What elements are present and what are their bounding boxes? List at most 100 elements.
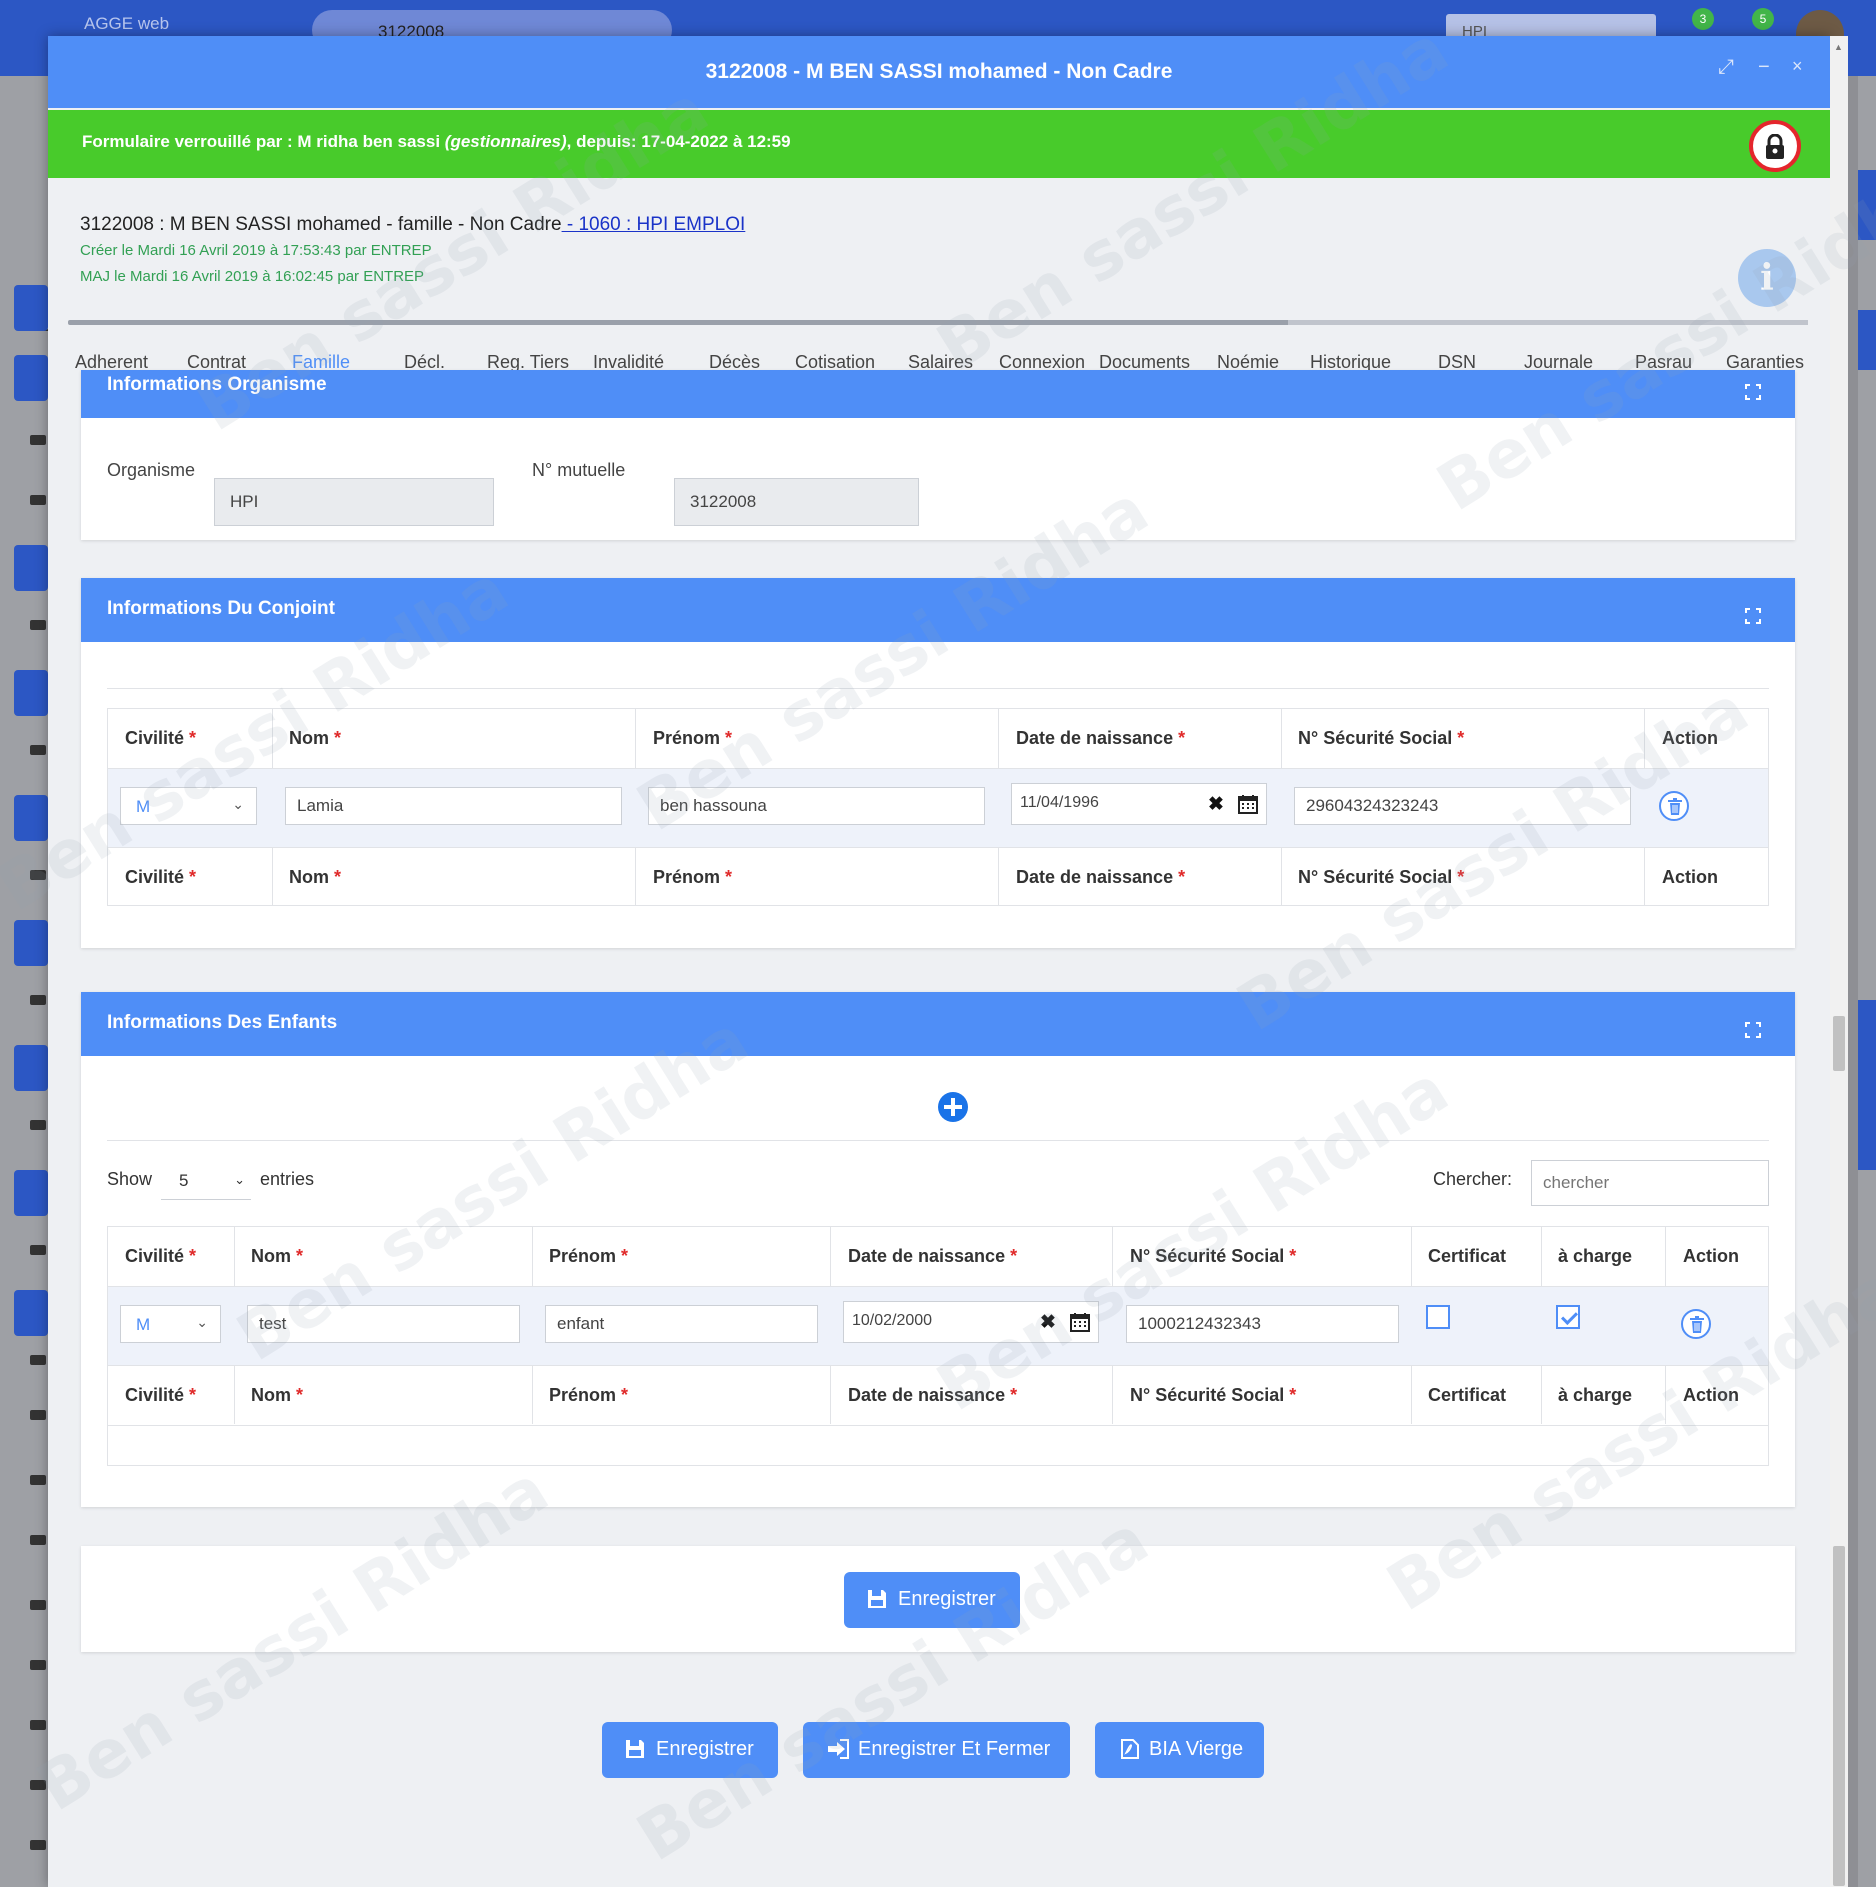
a-charge-checkbox[interactable] bbox=[1556, 1305, 1580, 1329]
mutuelle-field[interactable]: 3122008 bbox=[674, 478, 919, 526]
civilite-select[interactable]: M ⌄ bbox=[120, 1305, 221, 1343]
sidebar-item-icon[interactable] bbox=[14, 795, 48, 841]
calendar-icon[interactable] bbox=[1238, 794, 1258, 814]
info-icon[interactable]: i bbox=[1738, 249, 1796, 307]
col-footer-label: N° Sécurité Social bbox=[1130, 1385, 1285, 1405]
sidebar-item-icon[interactable] bbox=[30, 1840, 46, 1850]
sidebar-item-icon[interactable] bbox=[30, 1535, 46, 1545]
show-label: Show bbox=[107, 1169, 153, 1189]
maximize-icon[interactable]: ⤢ bbox=[1718, 56, 1734, 79]
divider bbox=[532, 1365, 533, 1424]
delete-button[interactable] bbox=[1659, 791, 1689, 821]
divider bbox=[108, 768, 1768, 769]
sidebar-item-icon[interactable] bbox=[30, 1600, 46, 1610]
entries-select[interactable]: 5 ⌄ bbox=[161, 1162, 251, 1200]
prenom-input[interactable]: enfant bbox=[545, 1305, 818, 1343]
scrollbar-thumb[interactable] bbox=[1833, 1016, 1845, 1071]
date-naissance-input[interactable]: 10/02/2000 ✖ bbox=[843, 1301, 1099, 1343]
civilite-value: M bbox=[136, 797, 151, 816]
nom-input[interactable]: test bbox=[247, 1305, 520, 1343]
sidebar-item-icon[interactable] bbox=[14, 1290, 48, 1336]
secu-input[interactable]: 1000212432343 bbox=[1126, 1305, 1399, 1343]
mutuelle-value: 3122008 bbox=[690, 492, 757, 511]
employer-link[interactable]: - 1060 : HPI EMPLOI bbox=[562, 214, 745, 235]
sidebar-item-icon[interactable] bbox=[14, 670, 48, 716]
sidebar-item-icon[interactable] bbox=[14, 285, 48, 331]
col-header-secu: N° Sécurité Social * bbox=[1130, 1246, 1296, 1267]
close-icon[interactable]: × bbox=[1792, 56, 1803, 77]
expand-icon[interactable] bbox=[1745, 1022, 1761, 1038]
sidebar-item-icon[interactable] bbox=[30, 1475, 46, 1485]
sidebar-item-icon[interactable] bbox=[30, 995, 46, 1005]
divider bbox=[1665, 1365, 1666, 1424]
col-footer-label: Date de naissance bbox=[848, 1385, 1006, 1405]
save-close-button[interactable]: Enregistrer Et Fermer bbox=[803, 1722, 1070, 1778]
required-mark: * bbox=[621, 1385, 629, 1405]
lock-button[interactable] bbox=[1749, 120, 1801, 172]
sidebar-item-icon[interactable] bbox=[30, 870, 46, 880]
save-card-button[interactable]: Enregistrer bbox=[844, 1572, 1020, 1628]
sidebar-item-icon[interactable] bbox=[14, 1045, 48, 1091]
organisme-field[interactable]: HPI bbox=[214, 478, 494, 526]
calendar-icon[interactable] bbox=[1070, 1312, 1090, 1332]
sidebar-item-icon[interactable] bbox=[30, 495, 46, 505]
col-footer-label: Date de naissance bbox=[1016, 867, 1174, 887]
expand-icon[interactable] bbox=[1745, 384, 1761, 400]
sidebar-item-icon[interactable] bbox=[14, 920, 48, 966]
clear-icon[interactable]: ✖ bbox=[1040, 1311, 1056, 1334]
required-mark: * bbox=[1457, 728, 1465, 748]
minimize-icon[interactable]: − bbox=[1758, 56, 1770, 79]
calls-badge: 5 bbox=[1752, 8, 1774, 30]
divider bbox=[1541, 1227, 1542, 1286]
search-label: Chercher: bbox=[1433, 1169, 1513, 1189]
save-card-label: Enregistrer bbox=[898, 1588, 996, 1610]
scrollbar-thumb[interactable] bbox=[1833, 1546, 1845, 1886]
divider bbox=[234, 1227, 235, 1286]
col-header-action: Action bbox=[1683, 1246, 1739, 1266]
sidebar-item-icon[interactable] bbox=[30, 435, 46, 445]
trash-icon bbox=[1668, 798, 1682, 815]
search-input[interactable] bbox=[1531, 1160, 1769, 1206]
divider bbox=[1411, 1365, 1412, 1424]
col-header-secu: N° Sécurité Social * bbox=[1298, 728, 1464, 749]
col-header-label: Prénom bbox=[653, 728, 721, 748]
prenom-input[interactable]: ben hassouna bbox=[648, 787, 985, 825]
sidebar-item-icon[interactable] bbox=[30, 1410, 46, 1420]
divider bbox=[234, 1365, 235, 1424]
secu-input[interactable]: 29604324323243 bbox=[1294, 787, 1631, 825]
sidebar-item-icon[interactable] bbox=[30, 1780, 46, 1790]
organisme-card-title: Informations Organisme bbox=[107, 374, 327, 395]
sidebar-item-icon[interactable] bbox=[30, 620, 46, 630]
sidebar-item-icon[interactable] bbox=[30, 1660, 46, 1670]
civilite-select[interactable]: M ⌄ bbox=[120, 787, 257, 825]
required-mark: * bbox=[189, 867, 197, 887]
divider bbox=[108, 1365, 1768, 1366]
nom-value: test bbox=[259, 1314, 287, 1333]
lock-role: (gestionnaires) bbox=[444, 132, 567, 151]
add-child-button[interactable] bbox=[938, 1092, 968, 1122]
nom-input[interactable]: Lamia bbox=[285, 787, 622, 825]
sidebar-item-icon[interactable] bbox=[14, 1170, 48, 1216]
col-footer-date: Date de naissance * bbox=[1016, 867, 1185, 888]
scroll-up-icon[interactable]: ▲ bbox=[1834, 42, 1843, 52]
expand-icon[interactable] bbox=[1745, 608, 1761, 624]
delete-button[interactable] bbox=[1681, 1309, 1711, 1339]
sidebar-item-icon[interactable] bbox=[30, 1355, 46, 1365]
col-header-label: Prénom bbox=[549, 1246, 617, 1266]
sidebar-item-icon[interactable] bbox=[30, 1245, 46, 1255]
sidebar-item-icon[interactable] bbox=[14, 545, 48, 591]
clear-icon[interactable]: ✖ bbox=[1208, 793, 1224, 816]
sidebar-item-icon[interactable] bbox=[30, 1720, 46, 1730]
certificat-checkbox[interactable] bbox=[1426, 1305, 1450, 1329]
right-panel-item bbox=[1858, 170, 1876, 240]
modal-scrollbar[interactable]: ▲ bbox=[1830, 36, 1848, 1887]
date-naissance-input[interactable]: 11/04/1996 ✖ bbox=[1011, 783, 1267, 825]
bia-button[interactable]: BIA Vierge bbox=[1095, 1722, 1264, 1778]
divider bbox=[1411, 1227, 1412, 1286]
sidebar-item-icon[interactable] bbox=[30, 745, 46, 755]
save-close-label: Enregistrer Et Fermer bbox=[858, 1738, 1051, 1760]
save-button[interactable]: Enregistrer bbox=[602, 1722, 778, 1778]
save-label: Enregistrer bbox=[656, 1738, 754, 1760]
sidebar-item-icon[interactable] bbox=[14, 355, 48, 401]
sidebar-item-icon[interactable] bbox=[30, 1120, 46, 1130]
